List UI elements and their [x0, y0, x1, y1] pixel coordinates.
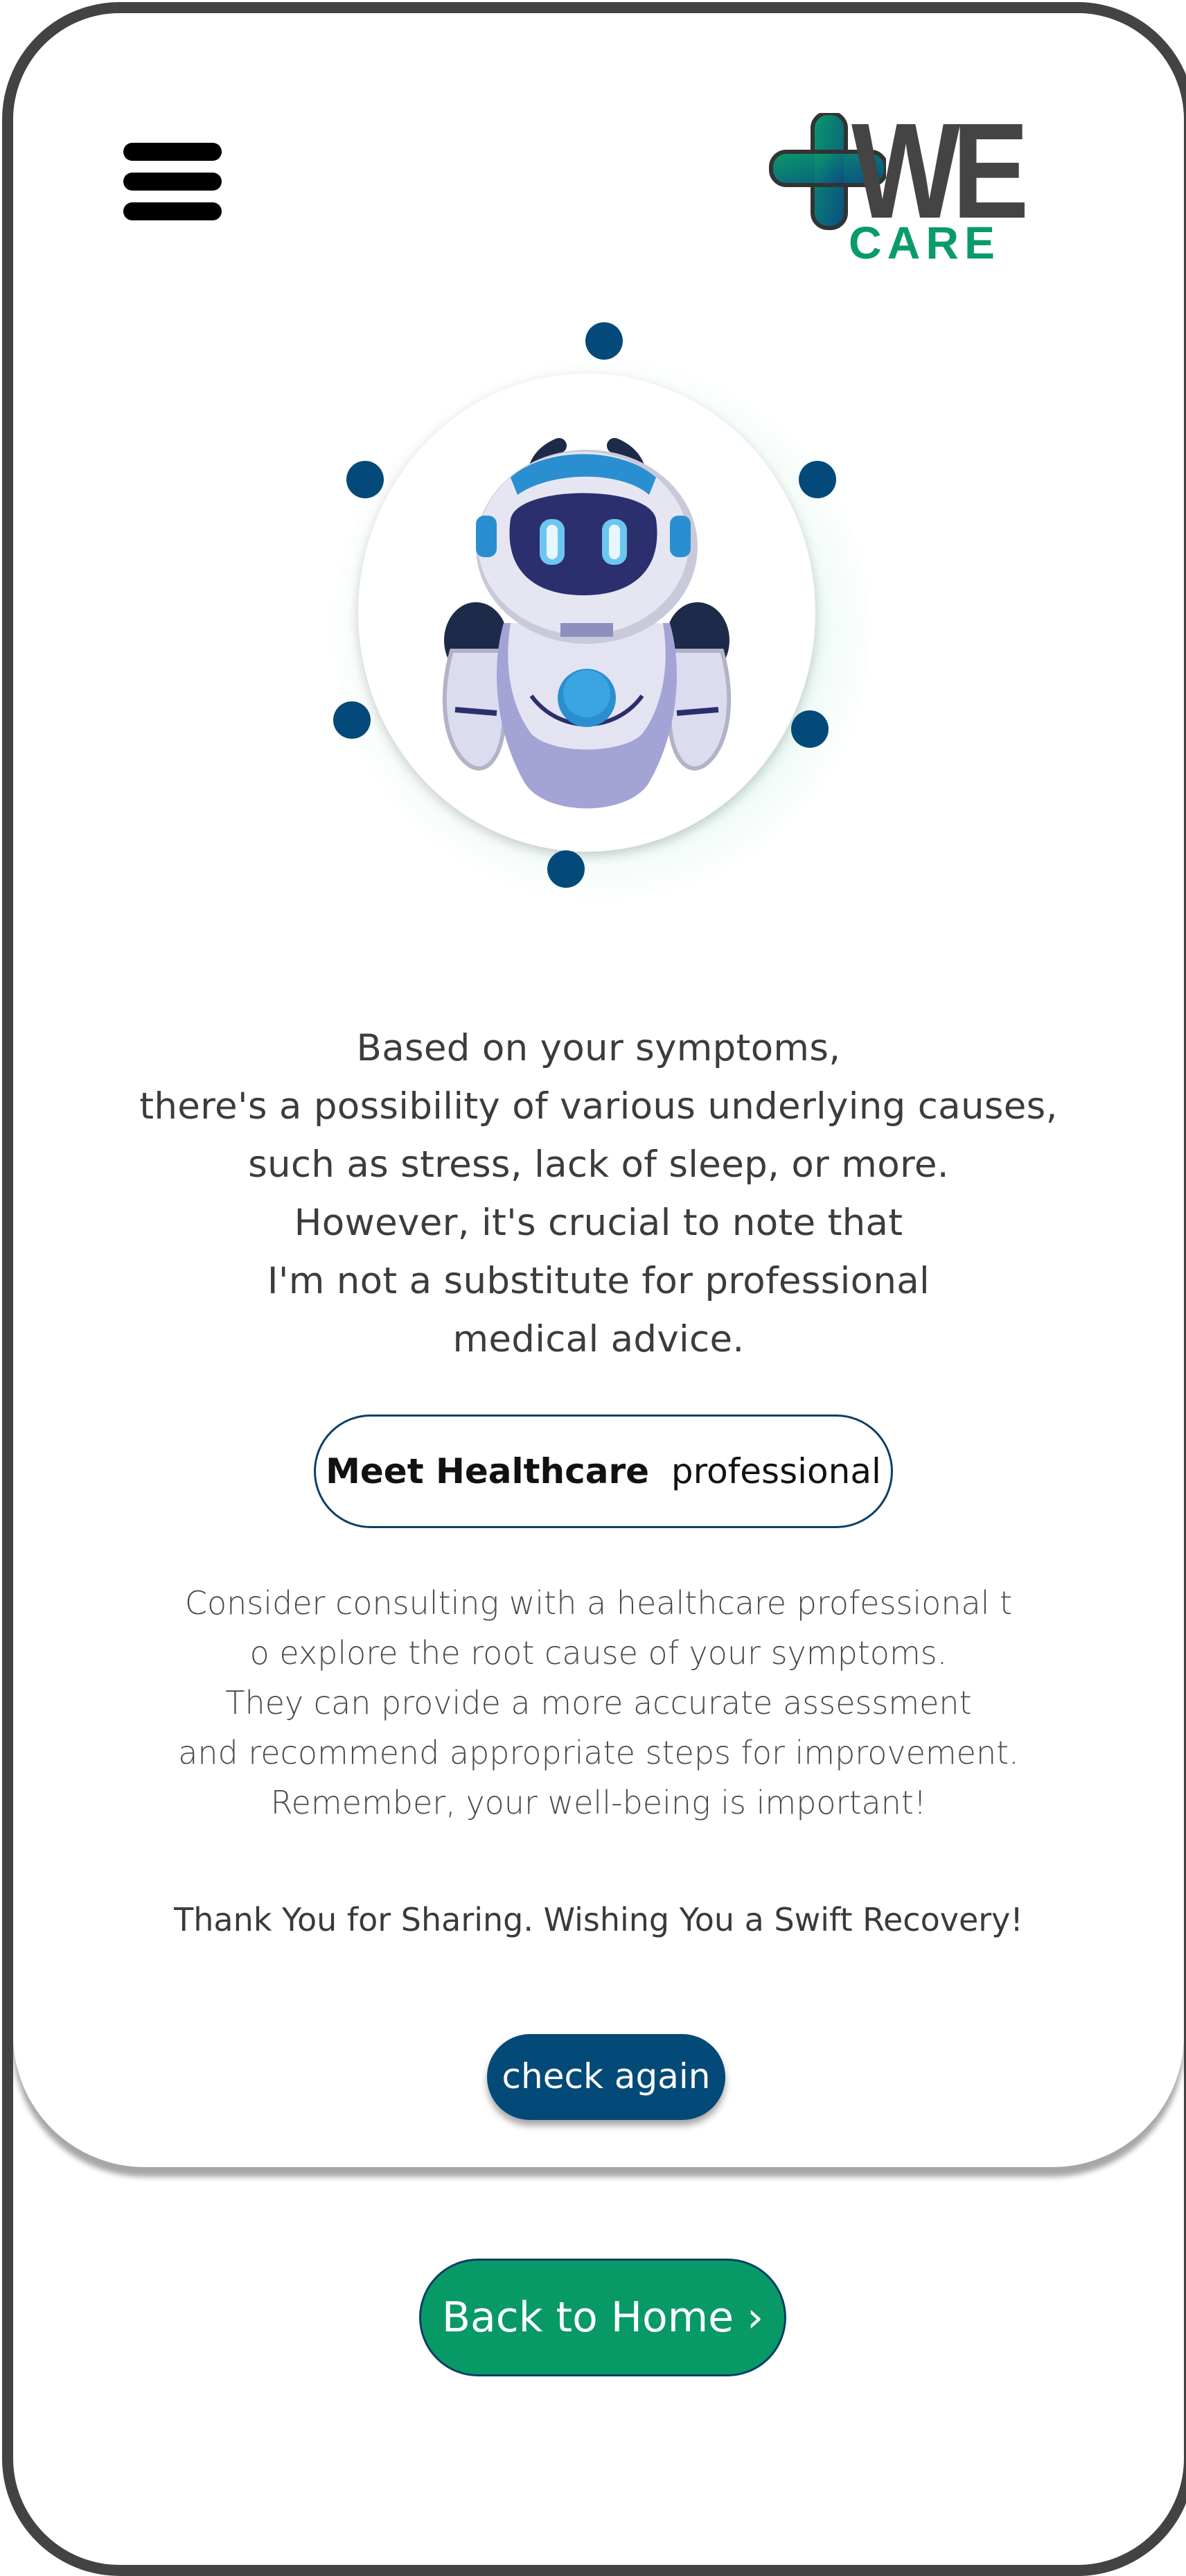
menu-bar	[123, 202, 222, 220]
message-line: Based on your symptoms,	[356, 1027, 841, 1069]
decor-dot	[547, 850, 585, 888]
advice-line: They can provide a more accurate assessm…	[225, 1684, 972, 1721]
logo-subtitle: CARE	[849, 217, 1001, 268]
back-to-home-button[interactable]: Back to Home ›	[419, 2259, 786, 2376]
robot-assistant-icon	[442, 438, 732, 809]
thank-you-text: Thank You for Sharing. Wishing You a Swi…	[174, 1901, 1023, 1938]
meet-button-label: professional	[671, 1451, 881, 1491]
advice-text: Consider consulting with a healthcare pr…	[13, 1578, 1184, 1828]
advice-line: Remember, your well-being is important!	[270, 1784, 927, 1821]
message-line: However, it's crucial to note that	[294, 1202, 903, 1244]
assistant-message: Based on your symptoms, there's a possib…	[13, 1019, 1184, 1369]
decor-dot	[791, 710, 829, 748]
avatar-circle	[358, 374, 815, 852]
decor-dot	[585, 322, 623, 360]
message-line: I'm not a substitute for professional	[267, 1260, 930, 1302]
advice-line: and recommend appropriate steps for impr…	[178, 1734, 1019, 1771]
decor-dot	[346, 461, 384, 498]
menu-bar	[123, 143, 222, 161]
content-card: WE CARE Based on your symptoms, there's …	[13, 13, 1184, 2167]
meet-button-bold-label: Meet Healthcare	[326, 1451, 650, 1491]
meet-healthcare-professional-button[interactable]: Meet Healthcare professional	[314, 1414, 893, 1528]
decor-dot	[799, 461, 836, 498]
message-line: medical advice.	[452, 1318, 745, 1360]
menu-bar	[123, 173, 222, 191]
wecare-logo[interactable]: WE CARE	[768, 103, 1029, 277]
robot-avatar-area	[242, 297, 962, 976]
message-line: such as stress, lack of sleep, or more.	[248, 1144, 949, 1186]
advice-line: Consider consulting with a healthcare pr…	[184, 1584, 1013, 1622]
check-again-button[interactable]: check again	[487, 2034, 725, 2120]
advice-line: o explore the root cause of your symptom…	[249, 1634, 948, 1672]
phone-frame: WE CARE Based on your symptoms, there's …	[2, 2, 1186, 2576]
message-line: there's a possibility of various underly…	[139, 1085, 1058, 1128]
decor-dot	[333, 701, 371, 739]
hamburger-menu-icon[interactable]	[121, 131, 224, 231]
